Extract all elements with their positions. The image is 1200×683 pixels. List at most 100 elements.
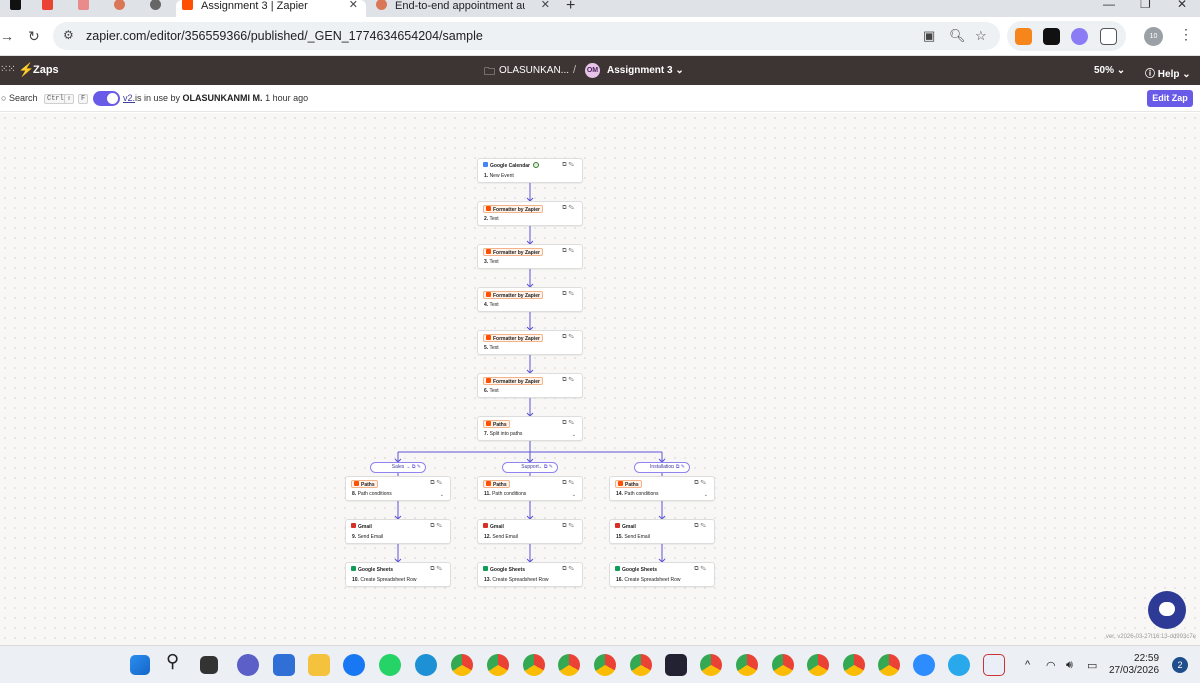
bookmark-star-icon[interactable]: ☆ — [975, 28, 987, 44]
edit-pencil-icon[interactable]: ✎ — [569, 205, 576, 211]
forward-icon[interactable]: → — [0, 28, 14, 44]
edge-icon[interactable] — [415, 654, 437, 676]
chrome-icon[interactable] — [523, 654, 545, 676]
chevron-down-icon[interactable]: ⌄ — [572, 492, 576, 498]
workflow-step[interactable]: Gmail 9. Send Email ⧉✎ — [345, 519, 451, 544]
edit-pencil-icon[interactable]: ✎ — [569, 566, 576, 572]
branch-actions-icon[interactable]: ⌄ ⧉ ✎ — [670, 463, 685, 472]
maximize-icon[interactable]: ❐ — [1140, 0, 1151, 11]
workflow-step[interactable]: Google Sheets 10. Create Spreadsheet Row ⧉… — [345, 562, 451, 587]
edit-pencil-icon[interactable]: ✎ — [569, 334, 576, 340]
edit-pencil-icon[interactable]: ✎ — [437, 523, 444, 529]
chrome-icon[interactable] — [843, 654, 865, 676]
edit-pencil-icon[interactable]: ✎ — [569, 480, 576, 486]
edit-pencil-icon[interactable]: ✎ — [701, 523, 708, 529]
whatsapp-icon[interactable] — [379, 654, 401, 676]
version-link[interactable]: v2. — [123, 93, 135, 103]
chrome-icon[interactable] — [558, 654, 580, 676]
edit-pencil-icon[interactable]: ✎ — [569, 377, 576, 383]
system-clock[interactable]: 22:59 27/03/2026 — [1109, 653, 1159, 677]
tab-active[interactable]: Assignment 3 | Zapier ✕ — [176, 0, 366, 17]
path-branch-label[interactable]: Sales ⌄ ⧉ ✎ — [370, 462, 426, 473]
path-branch-label[interactable]: Support ⌄ ⧉ ✎ — [502, 462, 558, 473]
close-tab-icon[interactable]: ✕ — [541, 0, 550, 11]
task-view-icon[interactable] — [200, 656, 218, 674]
puzzle-icon[interactable] — [1100, 28, 1117, 45]
notification-badge[interactable]: 2 — [1172, 657, 1188, 673]
menu-kebab-icon[interactable]: ⋮ — [1179, 26, 1193, 43]
volume-icon[interactable]: 🔊︎ — [1066, 659, 1073, 672]
tab-claude[interactable] — [104, 0, 134, 17]
close-tab-icon[interactable]: ✕ — [349, 0, 358, 11]
tab-chatgpt[interactable] — [140, 0, 170, 17]
zaps-link[interactable]: Zaps — [33, 64, 59, 76]
wifi-icon[interactable]: ◠ — [1046, 659, 1056, 672]
store-icon[interactable] — [273, 654, 295, 676]
chrome-icon[interactable] — [630, 654, 652, 676]
workflow-canvas[interactable]: Google Calendar 1. New Event ⧉✎ Formatter b… — [0, 113, 1200, 645]
reload-icon[interactable]: ↻ — [28, 28, 40, 45]
telegram-icon[interactable] — [948, 654, 970, 676]
tray-chevron-icon[interactable]: ^ — [1025, 659, 1030, 671]
edit-pencil-icon[interactable]: ✎ — [569, 420, 576, 426]
path-branch-label[interactable]: Installation ⌄ ⧉ ✎ — [634, 462, 690, 473]
search-icon[interactable]: ⚲ — [166, 651, 188, 673]
chrome-icon[interactable] — [772, 654, 794, 676]
metamask-icon[interactable] — [1015, 28, 1032, 45]
chrome-icon[interactable] — [878, 654, 900, 676]
workflow-step[interactable]: Paths 11. Path conditions ⧉✎ ⌄ — [477, 476, 583, 501]
zoom-app-icon[interactable] — [913, 654, 935, 676]
edit-pencil-icon[interactable]: ✎ — [569, 291, 576, 297]
zoom-icon[interactable]: 🔍︎ — [949, 28, 966, 44]
branch-actions-icon[interactable]: ⌄ ⧉ ✎ — [406, 463, 421, 472]
site-settings-icon[interactable]: ⚙ — [63, 28, 74, 42]
extension-icon[interactable] — [1043, 28, 1060, 45]
edit-pencil-icon[interactable]: ✎ — [569, 248, 576, 254]
help-menu[interactable]: ⓘ Help ⌄ — [1145, 65, 1191, 80]
edit-pencil-icon[interactable]: ✎ — [701, 480, 708, 486]
tab-gmail[interactable] — [32, 0, 62, 17]
snipping-tool-icon[interactable] — [983, 654, 1005, 676]
close-window-icon[interactable]: ✕ — [1177, 0, 1187, 11]
battery-icon[interactable]: ▭ — [1087, 659, 1097, 672]
edit-pencil-icon[interactable]: ✎ — [569, 162, 576, 168]
workflow-step[interactable]: Formatter by Zapier 3. Text ⧉✎ — [477, 244, 583, 269]
search-button[interactable]: ○ Search — [1, 93, 37, 103]
chevron-down-icon[interactable]: ⌄ — [704, 492, 708, 498]
chat-support-button[interactable] — [1148, 591, 1186, 629]
workflow-step[interactable]: Gmail 15. Send Email ⧉✎ — [609, 519, 715, 544]
branch-actions-icon[interactable]: ⌄ ⧉ ✎ — [538, 463, 553, 472]
app-grid-icon[interactable]: ⁙⁙ — [0, 64, 16, 75]
teams-icon[interactable] — [237, 654, 259, 676]
edit-pencil-icon[interactable]: ✎ — [437, 480, 444, 486]
tab-x[interactable] — [0, 0, 30, 17]
zap-name[interactable]: Assignment 3 ⌄ — [607, 65, 684, 76]
workflow-step[interactable]: Google Sheets 16. Create Spreadsheet Row ⧉… — [609, 562, 715, 587]
windows-start-icon[interactable] — [130, 655, 150, 675]
chrome-icon[interactable] — [594, 654, 616, 676]
workflow-step[interactable]: Paths 14. Path conditions ⧉✎ ⌄ — [609, 476, 715, 501]
file-explorer-icon[interactable] — [308, 654, 330, 676]
chrome-icon[interactable] — [451, 654, 473, 676]
edit-pencil-icon[interactable]: ✎ — [437, 566, 444, 572]
workflow-step[interactable]: Formatter by Zapier 5. Text ⧉✎ — [477, 330, 583, 355]
app-icon[interactable] — [665, 654, 687, 676]
new-tab-button[interactable]: + — [566, 0, 575, 15]
chrome-icon[interactable] — [700, 654, 722, 676]
workflow-step[interactable]: Google Calendar 1. New Event ⧉✎ — [477, 158, 583, 183]
workflow-step[interactable]: Formatter by Zapier 2. Text ⧉✎ — [477, 201, 583, 226]
edit-pencil-icon[interactable]: ✎ — [701, 566, 708, 572]
edit-zap-button[interactable]: Edit Zap — [1147, 90, 1193, 107]
workflow-step[interactable]: Paths 8. Path conditions ⧉✎ ⌄ — [345, 476, 451, 501]
chevron-down-icon[interactable]: ⌄ — [440, 492, 444, 498]
chevron-down-icon[interactable]: ⌄ — [572, 432, 576, 438]
screen-share-icon[interactable]: ▣ — [923, 28, 935, 44]
workflow-step[interactable]: Formatter by Zapier 6. Text ⧉✎ — [477, 373, 583, 398]
edit-pencil-icon[interactable]: ✎ — [569, 523, 576, 529]
tab-zapier-mini[interactable] — [68, 0, 98, 17]
workflow-step[interactable]: Gmail 12. Send Email ⧉✎ — [477, 519, 583, 544]
workflow-step[interactable]: Paths 7. Split into paths ⧉✎ ⌄ — [477, 416, 583, 441]
extension-icon[interactable] — [1071, 28, 1088, 45]
workflow-step[interactable]: Formatter by Zapier 4. Text ⧉✎ — [477, 287, 583, 312]
bluetooth-icon[interactable] — [343, 654, 365, 676]
